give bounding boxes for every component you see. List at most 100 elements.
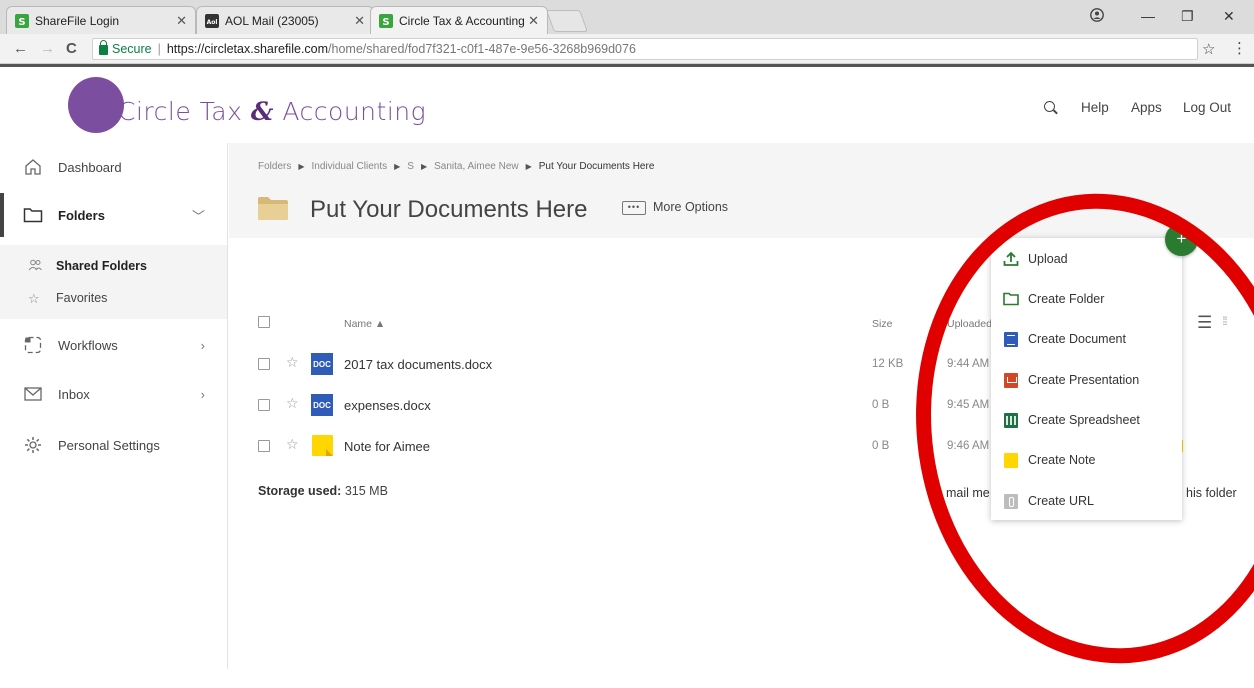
sharefile-icon: S: [15, 13, 29, 28]
address-bar: ← → C Secure | https://circletax.sharefi…: [0, 34, 1254, 64]
sidebar-item-label: Personal Settings: [58, 437, 160, 453]
menu-item-create-spreadsheet[interactable]: Create Spreadsheet: [991, 401, 1182, 439]
chevron-right-icon[interactable]: ›: [201, 338, 205, 353]
more-options-button[interactable]: More Options: [653, 200, 728, 214]
tab-sharefile-login[interactable]: S ShareFile Login ✕: [6, 6, 196, 34]
menu-item-label: Create Note: [1028, 453, 1096, 467]
sidebar-item-dashboard[interactable]: Dashboard: [0, 147, 227, 187]
file-name[interactable]: expenses.docx: [344, 398, 431, 413]
close-icon[interactable]: ✕: [528, 13, 539, 29]
menu-item-create-presentation[interactable]: Create Presentation: [991, 361, 1182, 399]
breadcrumb-link[interactable]: S: [407, 161, 414, 172]
back-icon[interactable]: ←: [13, 40, 28, 57]
close-icon[interactable]: ✕: [176, 13, 187, 29]
tab-aol-mail[interactable]: Aol AOL Mail (23005) ✕: [196, 6, 374, 34]
menu-item-label: Create Presentation: [1028, 373, 1140, 387]
menu-item-create-document[interactable]: Create Document: [991, 320, 1182, 358]
menu-item-label: Create URL: [1028, 494, 1094, 508]
secure-indicator[interactable]: Secure: [99, 40, 152, 56]
restore-icon[interactable]: ❐: [1181, 8, 1194, 25]
file-name[interactable]: Note for Aimee: [344, 439, 430, 454]
row-checkbox[interactable]: [258, 440, 270, 452]
active-indicator: [0, 193, 4, 237]
apps-link[interactable]: Apps: [1131, 100, 1162, 115]
doc-icon: DOC: [311, 394, 333, 416]
row-checkbox[interactable]: [258, 358, 270, 370]
menu-item-upload[interactable]: Upload: [991, 240, 1182, 278]
breadcrumb-link[interactable]: Sanita, Aimee New: [434, 161, 519, 172]
folder-notify-link[interactable]: his folder: [1186, 486, 1237, 500]
sidebar-item-label: Folders: [58, 207, 105, 223]
favorite-star-icon[interactable]: ☆: [286, 395, 299, 412]
url-field[interactable]: Secure | https://circletax.sharefile.com…: [92, 38, 1198, 60]
add-button[interactable]: +: [1165, 223, 1198, 256]
breadcrumb-link[interactable]: Individual Clients: [312, 161, 388, 172]
storage-used: Storage used: 315 MB: [258, 484, 388, 498]
storage-label: Storage used:: [258, 484, 342, 498]
svg-text:Aol: Aol: [207, 19, 218, 26]
logout-link[interactable]: Log Out: [1183, 100, 1231, 115]
workflows-icon: [22, 334, 44, 356]
logo-wordmark[interactable]: Circle Tax & Accounting: [118, 97, 426, 126]
logo-mark[interactable]: [68, 77, 124, 133]
secure-label: Secure: [112, 42, 152, 56]
help-link[interactable]: Help: [1081, 100, 1109, 115]
breadcrumb-arrow-icon: ▶: [420, 162, 428, 171]
chevron-right-icon[interactable]: ›: [201, 387, 205, 402]
home-icon: [22, 156, 44, 178]
sharefile-icon: S: [379, 13, 393, 28]
sidebar-item-label: Inbox: [58, 386, 90, 402]
list-view-icon[interactable]: ☰: [1197, 313, 1212, 333]
close-icon[interactable]: ✕: [354, 13, 365, 29]
file-size: 0 B: [872, 399, 890, 411]
sidebar-item-inbox[interactable]: Inbox ›: [0, 374, 227, 414]
forward-icon[interactable]: →: [40, 40, 55, 57]
chevron-down-icon[interactable]: ﹀: [192, 206, 205, 225]
select-all-checkbox[interactable]: [258, 316, 270, 328]
breadcrumb: Folders ▶ Individual Clients ▶ S ▶ Sanit…: [258, 161, 654, 172]
upload-icon: [1003, 251, 1019, 267]
more-options-icon[interactable]: •••: [622, 201, 646, 215]
row-checkbox[interactable]: [258, 399, 270, 411]
menu-item-create-note[interactable]: Create Note: [991, 441, 1182, 479]
sidebar-item-folders[interactable]: Folders ﹀: [0, 193, 227, 237]
profile-icon[interactable]: [1090, 8, 1104, 25]
column-header-size[interactable]: Size: [872, 318, 892, 330]
logo-word-tail: Accounting: [282, 97, 427, 126]
reload-icon[interactable]: C: [66, 40, 77, 57]
browser-menu-icon[interactable]: ⋮: [1232, 39, 1247, 57]
search-icon[interactable]: [1044, 101, 1055, 112]
grid-view-icon[interactable]: ⁞⁞⁞: [1222, 314, 1228, 328]
minimize-icon[interactable]: —: [1141, 8, 1155, 24]
lock-icon: [99, 40, 108, 55]
url-icon: [1003, 493, 1019, 509]
email-me-link[interactable]: mail me: [946, 486, 990, 500]
column-header-name[interactable]: Name ▲: [344, 318, 385, 330]
folder-outline-icon: [1003, 291, 1019, 307]
tab-circle-tax[interactable]: S Circle Tax & Accounting ✕: [370, 6, 548, 34]
url-path: /home/shared/fod7f321-c0f1-487e-9e56-326…: [328, 42, 636, 56]
sidebar-item-workflows[interactable]: Workflows ›: [0, 325, 227, 365]
new-tab-button[interactable]: [545, 10, 589, 32]
menu-item-label: Create Folder: [1028, 292, 1105, 306]
page-title: Put Your Documents Here: [310, 196, 588, 223]
window-close-icon[interactable]: ✕: [1223, 8, 1235, 25]
sidebar-item-personal-settings[interactable]: Personal Settings: [0, 425, 227, 465]
file-size: 12 KB: [872, 358, 904, 370]
favorite-star-icon[interactable]: ☆: [286, 436, 299, 453]
column-header-uploaded[interactable]: Uploaded: [947, 318, 992, 330]
file-name[interactable]: 2017 tax documents.docx: [344, 357, 492, 372]
menu-item-create-url[interactable]: Create URL: [991, 482, 1182, 520]
aol-icon: Aol: [205, 13, 219, 28]
svg-text:S: S: [382, 17, 389, 28]
breadcrumb-link[interactable]: Folders: [258, 161, 291, 172]
note-icon: [312, 435, 333, 456]
menu-item-create-folder[interactable]: Create Folder: [991, 280, 1182, 318]
browser-tab-strip: S ShareFile Login ✕ Aol AOL Mail (23005)…: [0, 0, 1254, 34]
menu-item-label: Create Document: [1028, 332, 1126, 346]
tab-label: ShareFile Login: [35, 13, 120, 28]
breadcrumb-arrow-icon: ▶: [298, 162, 305, 171]
spreadsheet-icon: [1003, 412, 1019, 428]
favorite-star-icon[interactable]: ☆: [286, 354, 299, 371]
bookmark-star-icon[interactable]: ☆: [1202, 40, 1215, 58]
